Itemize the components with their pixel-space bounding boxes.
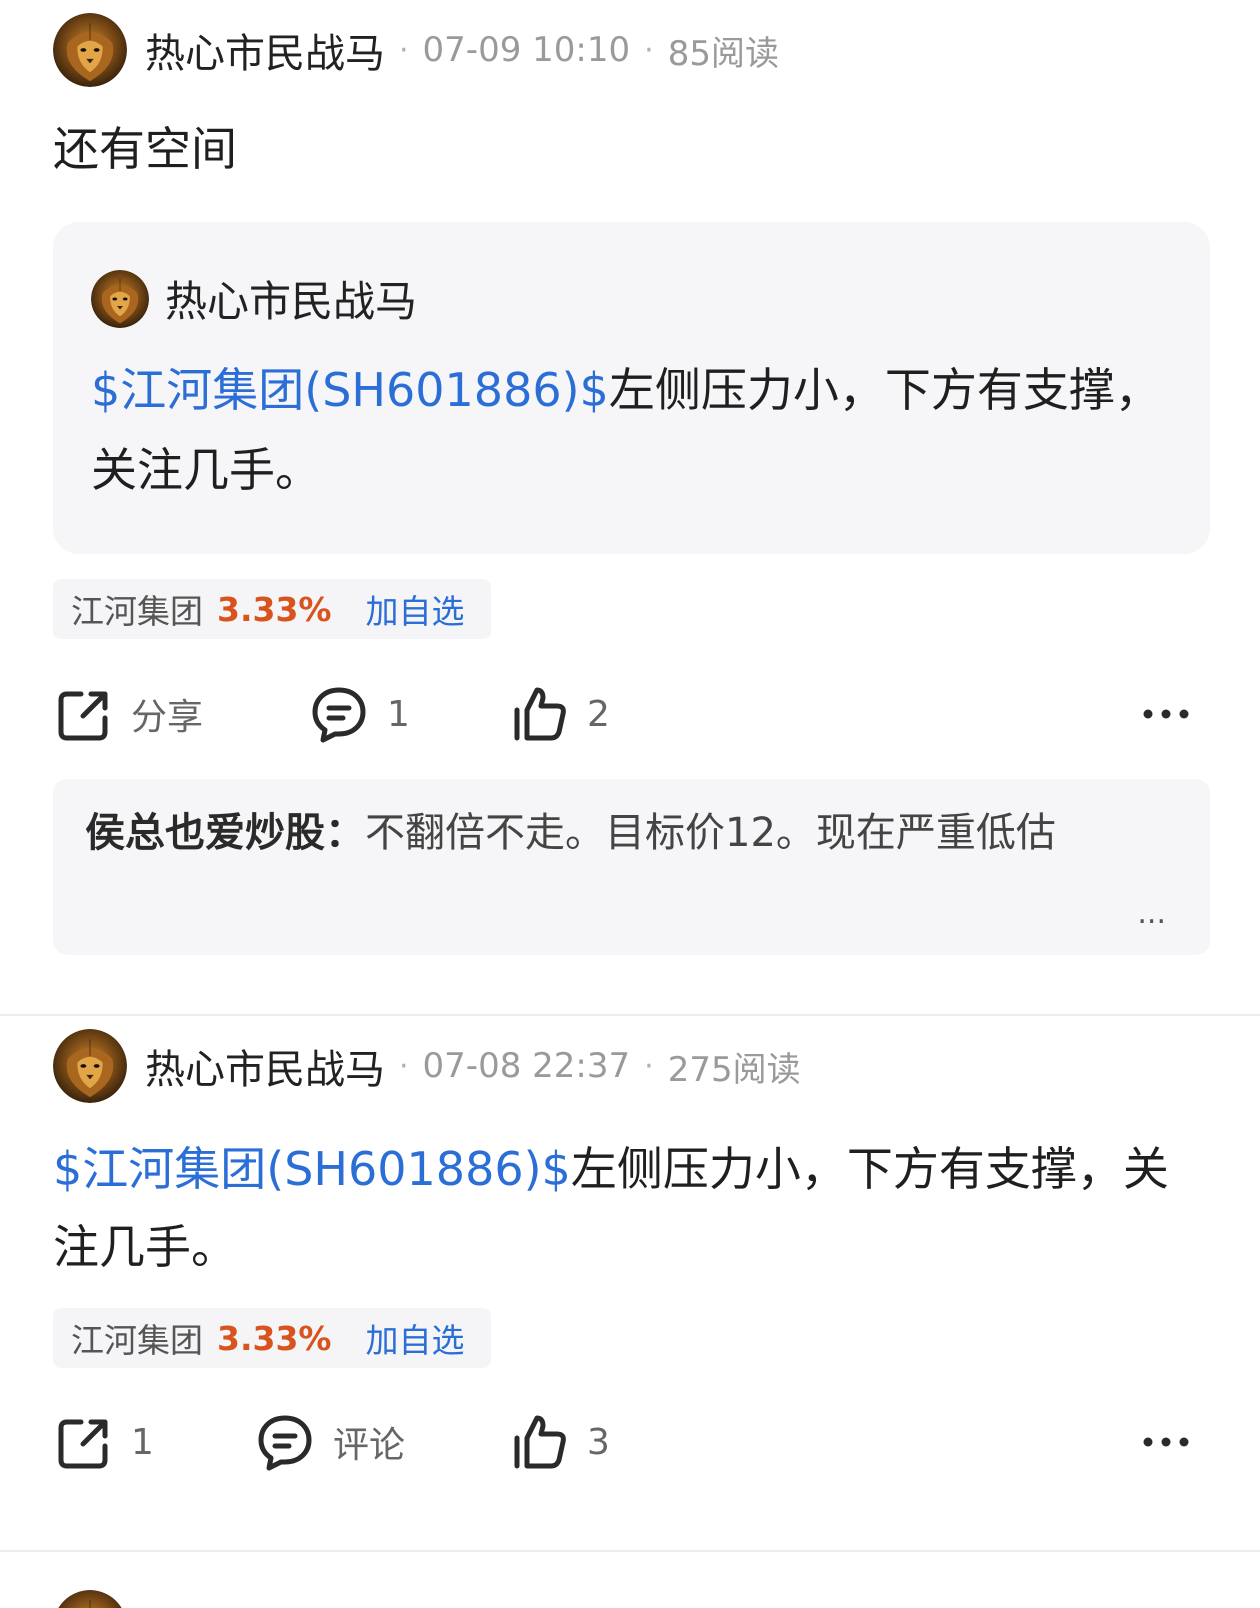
share-count: 1: [131, 1421, 154, 1463]
like-count: 2: [587, 693, 610, 735]
commenter-name[interactable]: 侯总也爱炒股：: [85, 810, 365, 856]
comment-ellipsis: ...: [1137, 896, 1166, 931]
comment-icon: [258, 1415, 312, 1471]
author-name[interactable]: 热心市民战马: [145, 21, 385, 79]
comment-content: 侯总也爱炒股：不翻倍不走。目标价12。现在严重低估: [85, 801, 1150, 865]
separator-dot: ·: [644, 1048, 654, 1084]
more-icon[interactable]: [1138, 686, 1194, 742]
post-card[interactable]: 热心市民战马 · 07-08 22:37 · 275阅读 $江河集团(SH601…: [0, 1016, 1260, 1552]
stock-name: 江河集团: [71, 592, 203, 631]
post-text: $江河集团(SH601886)$左侧压力小，下方有支撑，关注几手。: [53, 1130, 1190, 1286]
comment-preview[interactable]: 侯总也爱炒股：不翻倍不走。目标价12。现在严重低估 ...: [53, 779, 1210, 955]
author-name[interactable]: 热心市民战马: [145, 1037, 385, 1095]
action-bar: 分享 1 2: [53, 682, 1260, 746]
like-icon: [514, 1415, 566, 1469]
quoted-post[interactable]: 热心市民战马 $江河集团(SH601886)$左侧压力小，下方有支撑，关注几手。: [53, 222, 1210, 554]
author-avatar[interactable]: [53, 1029, 127, 1103]
share-button[interactable]: 分享: [53, 682, 203, 746]
post-time: 07-08 22:37: [422, 1046, 631, 1086]
share-icon: [58, 1419, 108, 1469]
add-watchlist-button[interactable]: 加自选: [366, 585, 465, 633]
comment-button[interactable]: 评论: [255, 1410, 405, 1474]
share-icon: [58, 691, 108, 741]
quote-header: 热心市民战马: [91, 268, 417, 329]
stock-link[interactable]: $江河集团(SH601886)$: [53, 1142, 571, 1196]
like-count: 3: [587, 1421, 610, 1463]
read-count: 275阅读: [667, 1049, 801, 1090]
stock-chip[interactable]: 江河集团 3.33% 加自选: [53, 579, 491, 639]
quote-text: $江河集团(SH601886)$左侧压力小，下方有支撑，关注几手。: [91, 350, 1170, 510]
author-avatar[interactable]: [53, 13, 127, 87]
add-watchlist-button[interactable]: 加自选: [366, 1314, 465, 1362]
post-text: 还有空间: [53, 122, 237, 176]
separator-dot: ·: [644, 32, 654, 68]
action-bar: 1 评论 3: [53, 1410, 1260, 1474]
comment-label: 评论: [333, 1425, 406, 1466]
like-button[interactable]: 2: [509, 682, 610, 746]
share-label: 分享: [131, 697, 204, 738]
quote-author-name[interactable]: 热心市民战马: [165, 268, 417, 329]
post-header: 热心市民战马 · 07-09 10:10 · 85阅读: [53, 12, 779, 88]
read-count: 85阅读: [667, 33, 779, 74]
share-button[interactable]: 1: [53, 1410, 154, 1474]
more-icon[interactable]: [1138, 1414, 1194, 1470]
comment-body: 不翻倍不走。目标价12。现在严重低估: [365, 810, 1056, 856]
separator-dot: ·: [399, 1048, 409, 1084]
separator-dot: ·: [399, 32, 409, 68]
comment-button[interactable]: 1: [309, 682, 410, 746]
stock-change: 3.33%: [217, 589, 332, 629]
stock-change: 3.33%: [217, 1318, 332, 1358]
post-header: 热心市民战马 · 07-08 22:37 · 275阅读: [53, 1028, 801, 1104]
stock-chip[interactable]: 江河集团 3.33% 加自选: [53, 1308, 491, 1368]
quote-author-avatar[interactable]: [91, 270, 149, 328]
comment-icon: [312, 687, 366, 743]
like-button[interactable]: 3: [509, 1410, 610, 1474]
like-icon: [514, 687, 566, 741]
post-card[interactable]: 热心市民战马 · 07-09 10:10 · 85阅读 还有空间 热心市民战马 …: [0, 0, 1260, 1016]
post-time: 07-09 10:10: [422, 30, 631, 70]
stock-link[interactable]: $江河集团(SH601886)$: [91, 363, 609, 417]
next-post-avatar[interactable]: [53, 1590, 127, 1608]
comment-count: 1: [387, 693, 410, 735]
stock-name: 江河集团: [71, 1321, 203, 1360]
